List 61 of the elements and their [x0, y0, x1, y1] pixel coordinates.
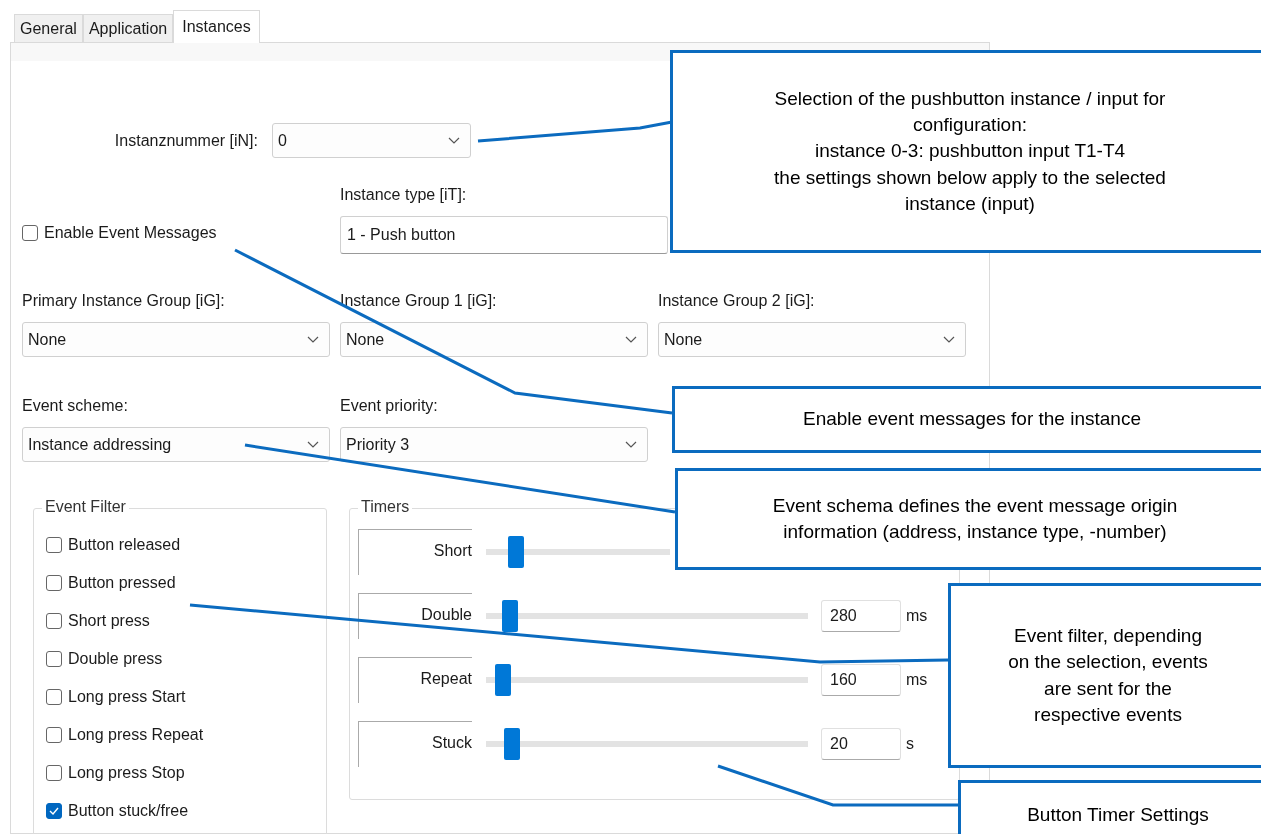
checkbox[interactable]: [46, 765, 62, 781]
timer-label: Short: [358, 529, 472, 575]
unit-label: ms: [906, 671, 928, 689]
tab[interactable]: Instances: [173, 10, 260, 43]
chevron-icon: [448, 137, 460, 144]
checkbox[interactable]: [46, 689, 62, 705]
field-label: Primary Instance Group [iG]:: [22, 292, 226, 310]
checkbox[interactable]: [46, 803, 62, 819]
checkbox[interactable]: [46, 575, 62, 591]
timer-label: Repeat: [358, 657, 472, 703]
checkbox-label: Long press Start: [68, 688, 186, 706]
checkbox[interactable]: [46, 727, 62, 743]
field-label: Event scheme:: [22, 397, 129, 415]
checkbox-label: Short press: [68, 612, 150, 630]
dropdown[interactable]: Instance addressing: [22, 427, 330, 462]
slider-thumb[interactable]: [508, 536, 524, 568]
callout-text: Event filter, depending on the selection, events are sent for the respective events: [1007, 624, 1209, 727]
field-label: Instance Group 2 [iG]:: [658, 292, 816, 310]
field-label: Instance Group 1 [iG]:: [340, 292, 498, 310]
field-label: Instance type [iT]:: [340, 186, 468, 204]
checkbox-label: Long press Repeat: [68, 726, 204, 744]
chevron-icon: [625, 336, 637, 343]
unit-label: s: [906, 735, 914, 753]
tab[interactable]: General: [14, 14, 83, 42]
checkbox[interactable]: [46, 651, 62, 667]
timer-label: Stuck: [358, 721, 472, 767]
chevron-icon: [625, 441, 637, 448]
checkbox-label: Button released: [68, 536, 181, 554]
number-field[interactable]: 280: [821, 600, 901, 632]
callout-text: Button Timer Settings: [1026, 802, 1210, 827]
tab[interactable]: Application: [82, 14, 174, 42]
dropdown[interactable]: None: [658, 322, 966, 357]
checkbox[interactable]: [46, 537, 62, 553]
checkbox-label: Enable Event Messages: [44, 224, 217, 242]
dropdown[interactable]: None: [22, 322, 330, 357]
field-label: Event priority:: [340, 397, 439, 415]
callout-text: Event schema defines the event message origin information (address, instance type, -number): [771, 493, 1179, 544]
checkbox-label: Button stuck/free: [68, 802, 189, 820]
unit-label: ms: [906, 607, 928, 625]
slider-thumb[interactable]: [495, 664, 512, 696]
chevron-icon: [307, 336, 319, 343]
checkbox-label: Long press Stop: [68, 764, 185, 782]
checkbox[interactable]: [46, 613, 62, 629]
dropdown[interactable]: None: [340, 322, 648, 357]
dropdown[interactable]: Priority 3: [340, 427, 648, 462]
check-icon: [49, 807, 59, 815]
slider-thumb[interactable]: [502, 600, 519, 632]
field-label: Instanznummer [iN]:: [113, 131, 258, 150]
number-field[interactable]: 20: [821, 728, 901, 760]
text-field[interactable]: 1 - Push button: [340, 216, 668, 254]
checkbox-label: Button pressed: [68, 574, 176, 592]
checkbox-label: Double press: [68, 650, 163, 668]
dropdown[interactable]: 0: [272, 123, 471, 158]
chevron-icon: [943, 336, 955, 343]
timer-label: Double: [358, 593, 472, 639]
chevron-icon: [307, 441, 319, 448]
checkbox[interactable]: [22, 225, 38, 241]
slider-thumb[interactable]: [503, 728, 520, 760]
number-field[interactable]: 160: [821, 664, 901, 696]
callout-text: Enable event messages for the instance: [802, 407, 1142, 432]
callout-text: Selection of the pushbutton instance / input for configuration: instance 0-3: pushbutton input T1-T4 the settings shown below apply to the selected instance (input): [773, 86, 1167, 216]
